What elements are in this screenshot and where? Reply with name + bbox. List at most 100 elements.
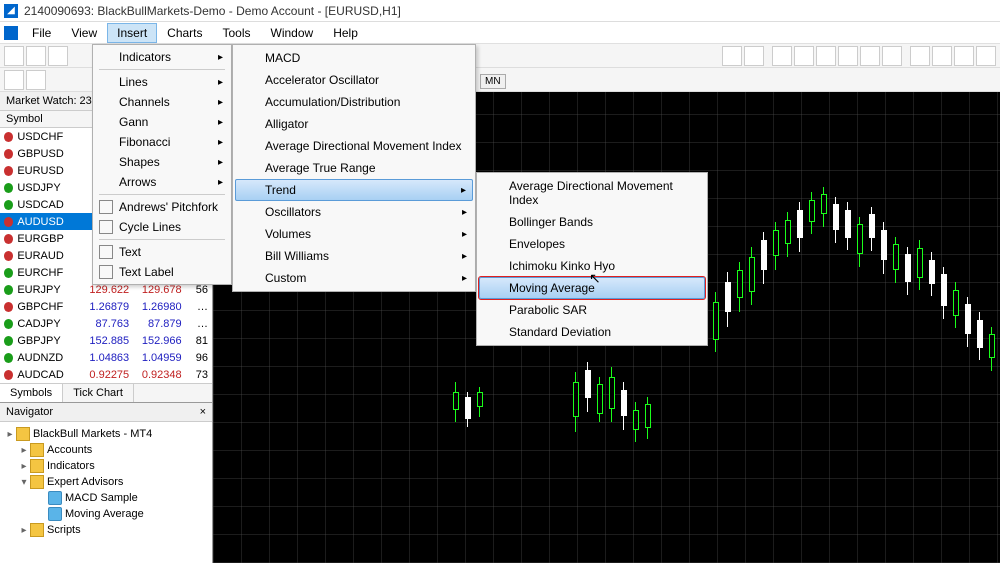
- zoom-out-icon[interactable]: [794, 46, 814, 66]
- tree-item[interactable]: ▸Accounts: [4, 442, 208, 458]
- direction-icon: [4, 132, 13, 142]
- tree-item[interactable]: MACD Sample: [4, 490, 208, 506]
- menu-charts[interactable]: Charts: [157, 23, 212, 43]
- symbol-name: USDCAD: [17, 199, 80, 211]
- bid-price: 1.26879: [81, 301, 129, 313]
- menu-item-custom[interactable]: Custom: [235, 267, 473, 289]
- menu-item-average-directional-movement-index[interactable]: Average Directional Movement Index: [235, 135, 473, 157]
- spread: 96: [186, 352, 208, 364]
- menu-item-envelopes[interactable]: Envelopes: [479, 233, 705, 255]
- menu-window[interactable]: Window: [261, 23, 324, 43]
- menu-help[interactable]: Help: [323, 23, 368, 43]
- menu-item-bill-williams[interactable]: Bill Williams: [235, 245, 473, 267]
- tree-item[interactable]: Moving Average: [4, 506, 208, 522]
- menu-item-accumulation-distribution[interactable]: Accumulation/Distribution: [235, 91, 473, 113]
- spread: 81: [186, 335, 208, 347]
- direction-icon: [4, 149, 13, 159]
- cursor-tool-icon[interactable]: [4, 70, 24, 90]
- direction-icon: [4, 200, 13, 210]
- symbol-row[interactable]: GBPCHF1.268791.26980…: [0, 298, 212, 315]
- symbol-name: EURGBP: [17, 233, 80, 245]
- symbol-row[interactable]: CADJPY87.76387.879…: [0, 315, 212, 332]
- toolbar-button[interactable]: [48, 46, 68, 66]
- symbol-row[interactable]: GBPJPY152.885152.96681: [0, 332, 212, 349]
- zoom-in-icon[interactable]: [772, 46, 792, 66]
- menu-insert[interactable]: Insert: [107, 23, 157, 43]
- menu-item-macd[interactable]: MACD: [235, 47, 473, 69]
- folder-icon: [16, 427, 30, 441]
- symbol-row[interactable]: AUDNZD1.04863 1.04959 96: [0, 349, 212, 366]
- tree-root[interactable]: BlackBull Markets - MT4: [33, 428, 152, 440]
- toolbar-button[interactable]: [4, 46, 24, 66]
- tree-item[interactable]: ▸Indicators: [4, 458, 208, 474]
- direction-icon: [4, 302, 13, 312]
- menu-item-lines[interactable]: Lines: [95, 72, 229, 92]
- menu-item-standard-deviation[interactable]: Standard Deviation: [479, 321, 705, 343]
- direction-icon: [4, 234, 13, 244]
- toolbar-button[interactable]: [722, 46, 742, 66]
- tree-item[interactable]: ▸Scripts: [4, 522, 208, 538]
- toolbar-button[interactable]: [816, 46, 836, 66]
- bid-price: 1.04863: [81, 352, 129, 364]
- toolbar-button[interactable]: [910, 46, 930, 66]
- app-icon: ◢: [4, 4, 18, 18]
- menu-item-accelerator-oscillator[interactable]: Accelerator Oscillator: [235, 69, 473, 91]
- tab-tick-chart[interactable]: Tick Chart: [63, 384, 134, 402]
- menubar: FileViewInsertChartsToolsWindowHelp: [0, 22, 1000, 44]
- toolbar-button[interactable]: [932, 46, 952, 66]
- tree-item[interactable]: ▾Expert Advisors: [4, 474, 208, 490]
- symbol-name: AUDCAD: [17, 369, 80, 381]
- toolbar-button[interactable]: [744, 46, 764, 66]
- spread: …: [186, 318, 208, 330]
- bid-price: 129.622: [81, 284, 129, 296]
- menu-item-parabolic-sar[interactable]: Parabolic SAR: [479, 299, 705, 321]
- menu-item-text-label[interactable]: Text Label: [95, 262, 229, 282]
- toolbar-button[interactable]: [26, 46, 46, 66]
- close-icon[interactable]: ×: [200, 406, 206, 418]
- menu-item-trend[interactable]: Trend: [235, 179, 473, 201]
- symbol-name: USDJPY: [17, 182, 80, 194]
- menu-item-indicators[interactable]: Indicators: [95, 47, 229, 67]
- menu-item-average-directional-movement-index[interactable]: Average Directional Movement Index: [479, 175, 705, 211]
- menu-item-cycle-lines[interactable]: Cycle Lines: [95, 217, 229, 237]
- direction-icon: [4, 183, 13, 193]
- menu-item-andrews-pitchfork[interactable]: Andrews' Pitchfork: [95, 197, 229, 217]
- node-icon: [48, 507, 62, 521]
- symbol-row[interactable]: AUDCAD0.922750.9234873: [0, 366, 212, 383]
- symbol-name: EURCHF: [17, 267, 80, 279]
- menu-file[interactable]: File: [22, 23, 61, 43]
- direction-icon: [4, 353, 13, 363]
- menu-item-average-true-range[interactable]: Average True Range: [235, 157, 473, 179]
- toolbar-button[interactable]: [860, 46, 880, 66]
- tab-symbols[interactable]: Symbols: [0, 384, 63, 402]
- crosshair-tool-icon[interactable]: [26, 70, 46, 90]
- menu-tools[interactable]: Tools: [213, 23, 261, 43]
- menu-item-bollinger-bands[interactable]: Bollinger Bands: [479, 211, 705, 233]
- menu-view[interactable]: View: [61, 23, 107, 43]
- symbol-name: EURAUD: [17, 250, 80, 262]
- symbol-name: CADJPY: [17, 318, 80, 330]
- menu-item-channels[interactable]: Channels: [95, 92, 229, 112]
- indicators-submenu: MACDAccelerator OscillatorAccumulation/D…: [232, 44, 476, 292]
- ask-price: 1.04959: [133, 352, 181, 364]
- direction-icon: [4, 285, 13, 295]
- symbol-name: AUDNZD: [17, 352, 80, 364]
- folder-icon: [30, 523, 44, 537]
- symbol-name: GBPUSD: [17, 148, 80, 160]
- direction-icon: [4, 217, 13, 227]
- menu-item-arrows[interactable]: Arrows: [95, 172, 229, 192]
- toolbar-button[interactable]: [954, 46, 974, 66]
- toolbar-button[interactable]: [976, 46, 996, 66]
- menu-item-fibonacci[interactable]: Fibonacci: [95, 132, 229, 152]
- menu-item-text[interactable]: Text: [95, 242, 229, 262]
- timeframe-badge[interactable]: MN: [480, 74, 506, 89]
- menu-item-volumes[interactable]: Volumes: [235, 223, 473, 245]
- menu-item-gann[interactable]: Gann: [95, 112, 229, 132]
- symbol-name: GBPJPY: [17, 335, 80, 347]
- menu-item-alligator[interactable]: Alligator: [235, 113, 473, 135]
- menu-item-shapes[interactable]: Shapes: [95, 152, 229, 172]
- ask-price: 129.678: [133, 284, 181, 296]
- toolbar-button[interactable]: [882, 46, 902, 66]
- menu-item-oscillators[interactable]: Oscillators: [235, 201, 473, 223]
- toolbar-button[interactable]: [838, 46, 858, 66]
